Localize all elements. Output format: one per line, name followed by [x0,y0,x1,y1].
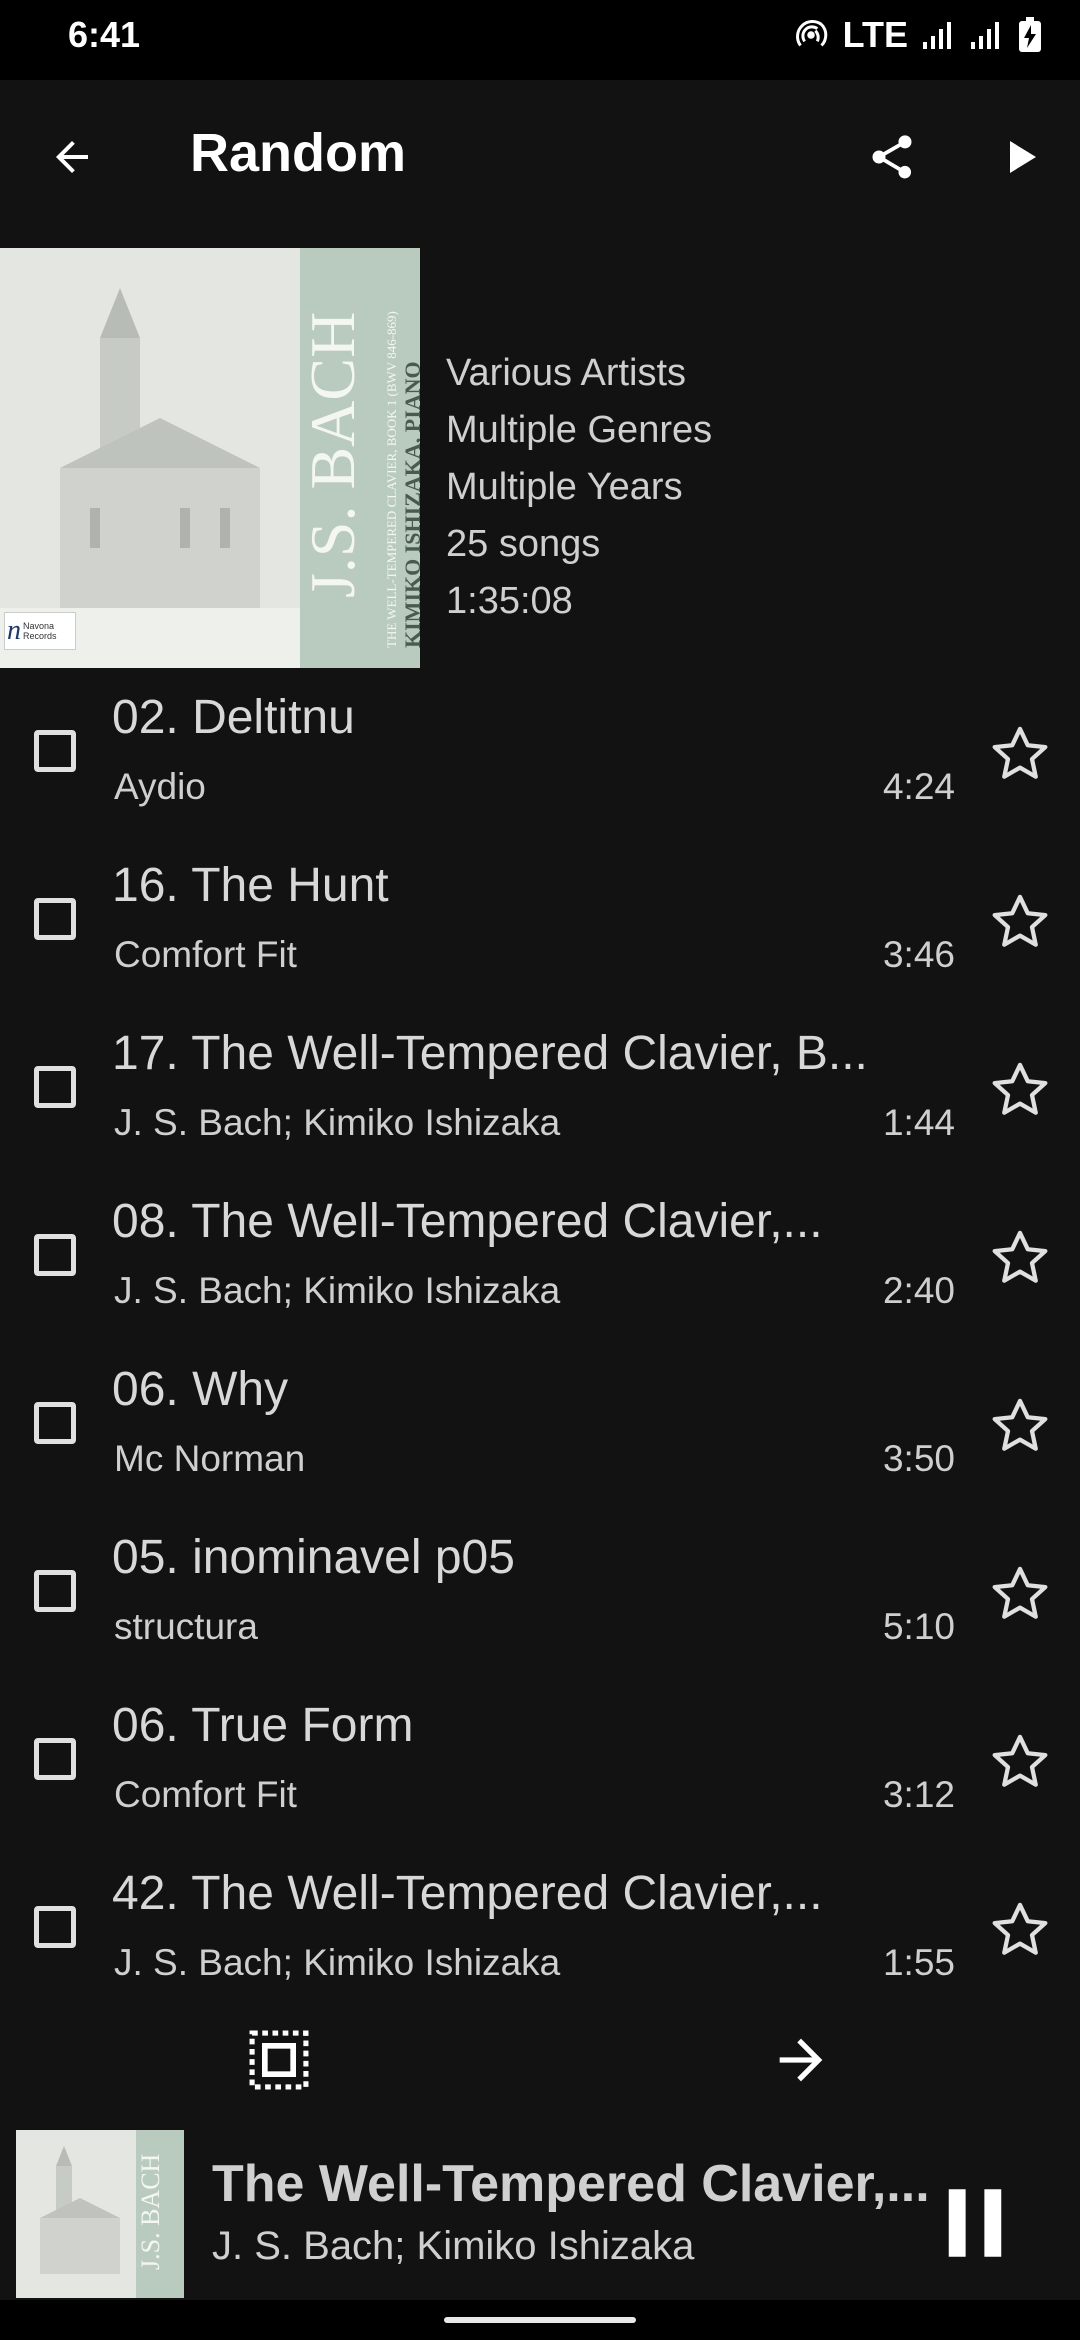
status-icons: LTE [793,14,1042,56]
album-cover-title: J.S. BACH [297,311,368,598]
track-artist: J. S. Bach; Kimiko Ishizaka [114,1102,561,1143]
track-checkbox[interactable] [34,1570,76,1612]
track-row[interactable]: 16. The Hunt Comfort Fit 3:46 [0,838,1080,1006]
track-duration: 3:50 [882,1438,955,1479]
network-type: LTE [842,14,908,55]
record-label-logo: n Navona Records [4,612,76,650]
bottom-action-bar [0,2000,1080,2120]
track-artist: J. S. Bach; Kimiko Ishizaka [114,1942,561,1983]
record-label-name: Navona Records [23,621,57,641]
track-checkbox[interactable] [34,1906,76,1948]
track-title: 02. Deltitnu [112,691,355,744]
track-duration: 1:55 [882,1942,955,1983]
track-artist: Comfort Fit [114,1774,297,1815]
page-title: Random [190,123,406,183]
track-duration: 5:10 [882,1606,955,1647]
playlist-info: Various Artists Multiple Genres Multiple… [446,345,712,630]
album-cover-subtitle: THE WELL-TEMPERED CLAVIER, BOOK 1 (BWV 8… [384,311,399,648]
star-icon[interactable] [988,890,1052,954]
track-row[interactable]: 17. The Well-Tempered Clavier, B... J. S… [0,1006,1080,1174]
track-checkbox[interactable] [34,1234,76,1276]
track-title: 16. The Hunt [112,859,389,912]
track-title: 42. The Well-Tempered Clavier,... [112,1867,823,1920]
track-title: 08. The Well-Tempered Clavier,... [112,1195,823,1248]
track-duration: 3:46 [882,934,955,975]
select-all-icon [249,2030,309,2090]
track-artist: Aydio [114,766,206,807]
track-checkbox[interactable] [34,730,76,772]
track-title: 06. Why [112,1363,289,1416]
star-icon[interactable] [988,1394,1052,1458]
track-row[interactable]: 06. Why Mc Norman 3:50 [0,1342,1080,1510]
track-artist: J. S. Bach; Kimiko Ishizaka [114,1270,561,1311]
track-checkbox[interactable] [34,1066,76,1108]
back-button[interactable] [30,115,114,199]
track-checkbox[interactable] [34,1738,76,1780]
star-icon[interactable] [988,1058,1052,1122]
info-genres: Multiple Genres [446,409,713,451]
signal-icon [923,22,951,49]
track-artist: structura [114,1606,258,1647]
arrow-forward-icon [779,2038,823,2082]
pause-button[interactable] [920,2168,1030,2278]
share-button[interactable] [850,115,934,199]
track-row[interactable]: 42. The Well-Tempered Clavier,... J. S. … [0,1846,1080,1990]
battery-charging-icon [1019,17,1041,52]
now-playing-artist: J. S. Bach; Kimiko Ishizaka [212,2224,695,2268]
track-row[interactable]: 05. inominavel p05 structura 5:10 [0,1510,1080,1678]
star-icon[interactable] [988,1562,1052,1626]
home-gesture-handle[interactable] [444,2317,636,2323]
system-navigation-bar [0,2300,1080,2340]
track-duration: 2:40 [882,1270,955,1311]
select-all-button[interactable] [234,2020,324,2100]
star-icon[interactable] [988,722,1052,786]
info-duration: 1:35:08 [446,580,573,622]
star-icon[interactable] [988,1730,1052,1794]
status-bar: 6:41 LTE [0,0,1080,80]
track-checkbox[interactable] [34,898,76,940]
now-playing-art-title: J.S. BACH [136,2153,165,2270]
pause-icon [948,2189,1002,2257]
track-list: 02. Deltitnu Aydio 4:24 16. The Hunt Com… [0,670,1080,1990]
now-playing-art: J.S. BACH [16,2130,184,2298]
album-cover-artist: KIMIKO ISHIZAKA, PIANO [400,361,420,648]
star-icon[interactable] [988,1898,1052,1962]
track-duration: 1:44 [882,1102,955,1143]
album-cover: J.S. BACH THE WELL-TEMPERED CLAVIER, BOO… [0,248,420,668]
status-time: 6:41 [68,14,141,55]
track-artist: Mc Norman [114,1438,306,1479]
track-title: 05. inominavel p05 [112,1531,515,1584]
track-checkbox[interactable] [34,1402,76,1444]
track-artist: Comfort Fit [114,934,297,975]
track-row[interactable]: 02. Deltitnu Aydio 4:24 [0,670,1080,838]
track-duration: 3:12 [882,1774,955,1815]
track-title: 06. True Form [112,1699,414,1752]
play-all-button[interactable] [978,115,1062,199]
play-icon [1010,141,1036,173]
info-artists: Various Artists [446,352,687,394]
now-playing-bar[interactable]: J.S. BACH The Well-Tempered Clavier,... … [0,2120,1080,2300]
track-row[interactable]: 08. The Well-Tempered Clavier,... J. S. … [0,1174,1080,1342]
now-playing-title: The Well-Tempered Clavier,... [212,2155,930,2213]
star-icon[interactable] [988,1226,1052,1290]
app-bar: Random [0,80,1080,230]
info-song-count: 25 songs [446,523,601,565]
next-button[interactable] [756,2020,846,2100]
track-title: 17. The Well-Tempered Clavier, B... [112,1027,868,1080]
track-row[interactable]: 06. True Form Comfort Fit 3:12 [0,1678,1080,1846]
hotspot-icon [795,20,827,47]
info-years: Multiple Years [446,466,683,508]
signal-icon-2 [971,22,999,49]
track-duration: 4:24 [882,766,955,807]
share-icon [872,135,912,179]
arrow-back-icon [56,141,88,173]
